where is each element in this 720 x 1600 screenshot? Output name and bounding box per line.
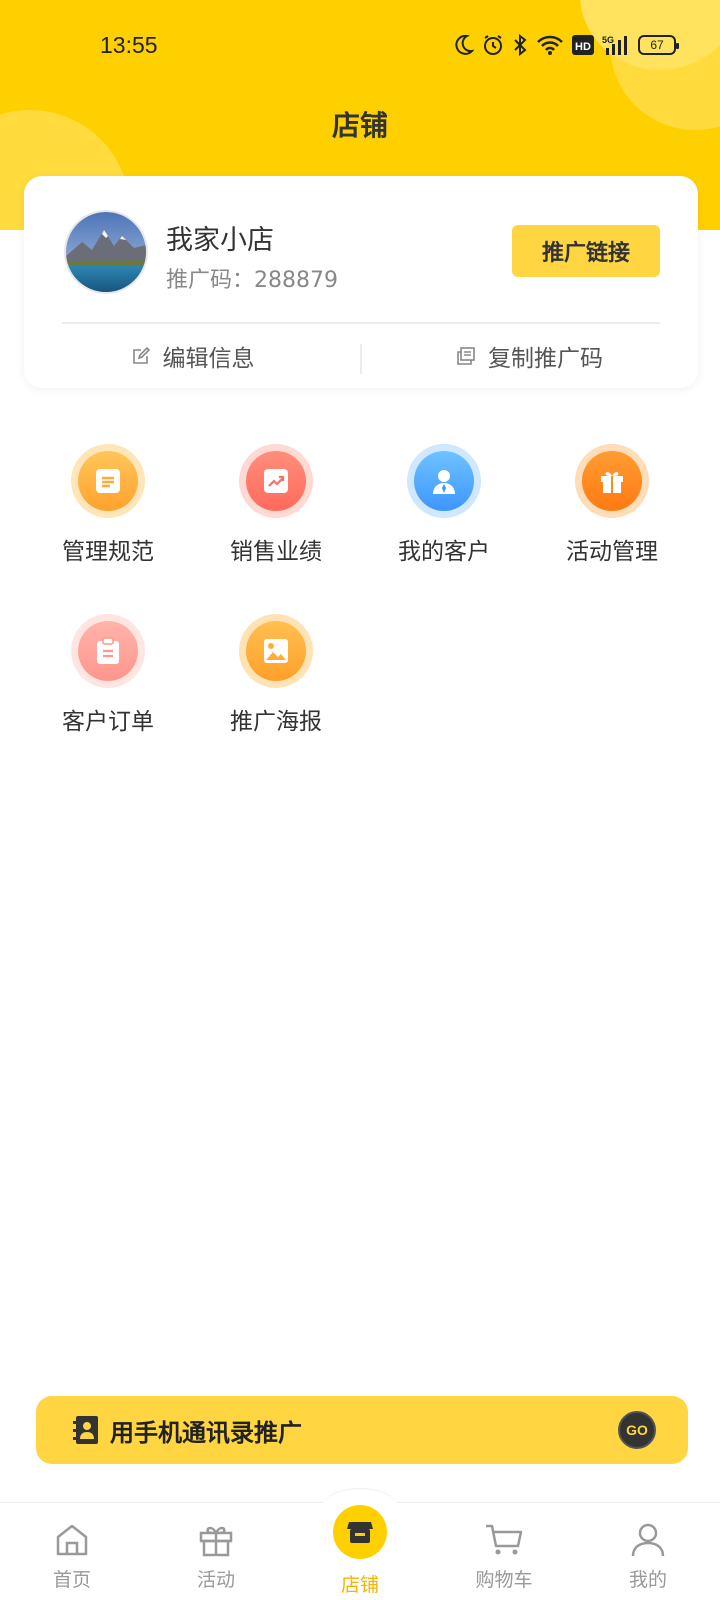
clipboard-icon <box>78 621 138 681</box>
gift-icon <box>582 451 642 511</box>
menu-grid: 管理规范 销售业绩 我的客户 活动管理 客户订单 推广海报 <box>24 444 696 736</box>
document-icon <box>78 451 138 511</box>
moon-icon <box>455 34 474 55</box>
store-icon[interactable] <box>333 1505 387 1559</box>
edit-info-label: 编辑信息 <box>162 346 255 372</box>
menu-item-label: 我的客户 <box>398 539 490 565</box>
tab-label: 首页 <box>52 1569 91 1591</box>
gift-icon <box>199 1526 233 1557</box>
promo-code: 推广码：288879 <box>166 268 338 293</box>
tab-activity[interactable]: 活动 <box>144 1503 288 1600</box>
copy-code-button[interactable]: 复制推广码 <box>361 324 698 388</box>
tab-home[interactable]: 首页 <box>0 1503 144 1600</box>
svg-text:HD: HD <box>575 41 591 53</box>
tab-label: 购物车 <box>475 1569 533 1591</box>
tab-label: 活动 <box>196 1569 235 1591</box>
menu-item-activity-management[interactable]: 活动管理 <box>528 444 696 566</box>
contacts-promo-banner[interactable]: 用手机通讯录推广 GO <box>36 1396 688 1464</box>
user-icon <box>414 451 474 511</box>
menu-item-customer-orders[interactable]: 客户订单 <box>24 614 192 736</box>
status-time: 13:55 <box>100 32 158 58</box>
shop-avatar[interactable] <box>64 210 148 294</box>
menu-item-label: 推广海报 <box>230 709 322 735</box>
promo-link-button[interactable]: 推广链接 <box>512 225 660 277</box>
address-book-icon <box>73 1416 98 1444</box>
bluetooth-icon <box>514 34 527 56</box>
shop-card: 我家小店 推广码：288879 推广链接 编辑信息 复制推广码 <box>24 176 698 388</box>
tab-label: 店铺 <box>340 1574 379 1596</box>
menu-item-label: 销售业绩 <box>230 539 322 565</box>
trend-chart-icon <box>246 451 306 511</box>
hd-icon: HD <box>572 35 594 55</box>
banner-text: 用手机通讯录推广 <box>110 1418 302 1447</box>
image-icon <box>246 621 306 681</box>
menu-item-label: 客户订单 <box>62 709 154 735</box>
edit-icon <box>132 346 150 364</box>
menu-item-label: 活动管理 <box>566 539 658 565</box>
menu-item-my-customers[interactable]: 我的客户 <box>360 444 528 566</box>
copy-code-label: 复制推广码 <box>488 346 603 372</box>
copy-icon <box>457 347 475 365</box>
status-bar: 13:55 HD 5G 67 <box>0 0 720 96</box>
page-title: 店铺 <box>331 109 388 142</box>
cart-icon <box>486 1524 523 1555</box>
tab-cart[interactable]: 购物车 <box>432 1503 576 1600</box>
wifi-icon <box>537 35 563 55</box>
menu-item-sales-performance[interactable]: 销售业绩 <box>192 444 360 566</box>
svg-text:5G: 5G <box>602 35 614 45</box>
shop-name: 我家小店 <box>166 225 274 256</box>
alarm-icon <box>484 35 502 55</box>
profile-icon <box>631 1523 665 1557</box>
menu-item-promo-poster[interactable]: 推广海报 <box>192 614 360 736</box>
go-button[interactable]: GO <box>618 1411 656 1449</box>
battery-level: 67 <box>650 38 664 52</box>
tab-mine[interactable]: 我的 <box>576 1503 720 1600</box>
menu-item-management-rules[interactable]: 管理规范 <box>24 444 192 566</box>
home-icon <box>56 1524 88 1556</box>
action-separator <box>360 344 362 374</box>
menu-item-label: 管理规范 <box>62 539 154 565</box>
tab-label: 我的 <box>628 1569 667 1591</box>
edit-info-button[interactable]: 编辑信息 <box>24 324 361 388</box>
battery-icon: 67 <box>638 35 679 55</box>
signal-5g-icon: 5G <box>602 35 627 55</box>
